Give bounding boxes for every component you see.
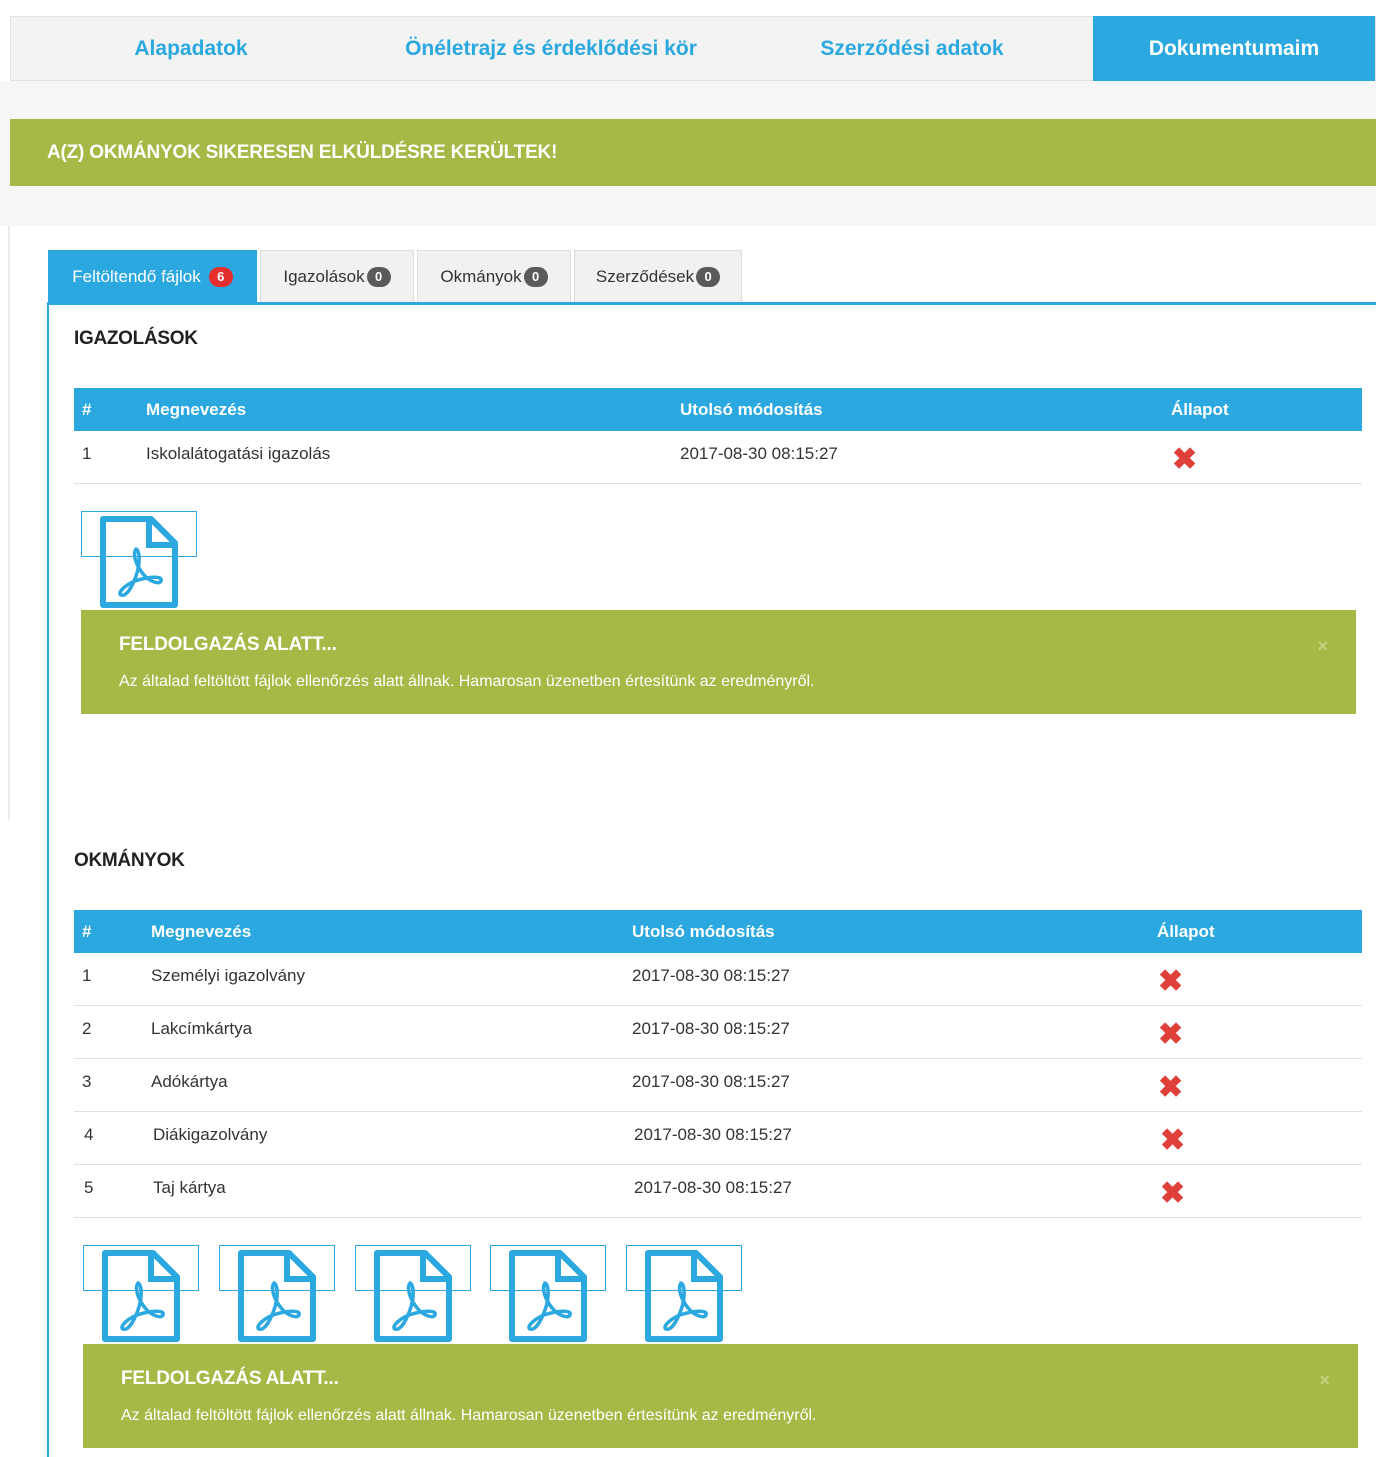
pdf-icon-graphic — [100, 516, 178, 608]
pdf-icon-graphic — [509, 1250, 587, 1342]
tab-label: Okmányok — [440, 266, 522, 286]
pdf-icon-graphic — [238, 1250, 316, 1342]
table-row: 3 Adókártya 2017-08-30 08:15:27 ✖ — [74, 1059, 1362, 1112]
tab-label: Feltöltendő fájlok — [72, 266, 201, 286]
row-num: 5 — [84, 1177, 94, 1197]
nav-oneletrajz[interactable]: Önéletrajz és érdeklődési kör — [371, 17, 731, 80]
nav-szerzodesi-adatok[interactable]: Szerződési adatok — [731, 17, 1093, 80]
left-divider — [8, 226, 10, 820]
table-row: 2 Lakcímkártya 2017-08-30 08:15:27 ✖ — [74, 1006, 1362, 1059]
tab-szerzodesek[interactable]: Szerződések 0 — [574, 250, 742, 302]
x-mark-icon: ✖ — [1160, 1176, 1186, 1210]
col-name: Megnevezés — [146, 399, 247, 419]
count-badge: 0 — [696, 266, 721, 287]
row-num: 4 — [84, 1124, 94, 1144]
pdf-file-icon[interactable] — [626, 1245, 742, 1342]
section-title-okmanyok: OKMÁNYOK — [74, 850, 185, 871]
row-name: Adókártya — [151, 1071, 228, 1091]
tab-feltoltendo-fajlok[interactable]: Feltöltendő fájlok 6 — [48, 250, 257, 302]
table-row: 4 Diákigazolvány 2017-08-30 08:15:27 ✖ — [74, 1112, 1362, 1165]
col-modified: Utolsó módosítás — [632, 921, 775, 941]
igazolasok-table: # Megnevezés Utolsó módosítás Állapot 1 … — [74, 388, 1362, 484]
count-badge: 0 — [366, 266, 391, 287]
row-modified: 2017-08-30 08:15:27 — [632, 1018, 790, 1038]
col-num: # — [82, 399, 92, 419]
col-modified: Utolsó módosítás — [680, 399, 823, 419]
pdf-file-icon[interactable] — [83, 1245, 199, 1342]
alert-message: Az általad feltöltött fájlok ellenőrzés … — [121, 1407, 817, 1424]
tab-panel-left-border — [47, 302, 49, 1457]
col-num: # — [82, 921, 92, 941]
pdf-file-icon[interactable] — [490, 1245, 606, 1342]
table-header: # Megnevezés Utolsó módosítás Állapot — [74, 388, 1362, 431]
alert-title: FELDOLGAZÁS ALATT... — [121, 1368, 339, 1389]
pdf-icon-graphic — [374, 1250, 452, 1342]
close-icon[interactable]: × — [1317, 636, 1328, 657]
row-name: Iskolalátogatási igazolás — [146, 443, 331, 463]
col-status: Állapot — [1157, 921, 1215, 941]
table-row: 1 Személyi igazolvány 2017-08-30 08:15:2… — [74, 953, 1362, 1006]
section-title-igazolasok: IGAZOLÁSOK — [74, 328, 198, 349]
pdf-file-icon[interactable] — [219, 1245, 335, 1342]
table-row: 1 Iskolalátogatási igazolás 2017-08-30 0… — [74, 431, 1362, 484]
row-num: 1 — [82, 965, 92, 985]
pdf-icon-graphic — [645, 1250, 723, 1342]
tab-label: Szerződések — [595, 266, 695, 286]
row-modified: 2017-08-30 08:15:27 — [632, 965, 790, 985]
row-name: Lakcímkártya — [151, 1018, 253, 1038]
row-modified: 2017-08-30 08:15:27 — [634, 1124, 792, 1144]
okmanyok-table: # Megnevezés Utolsó módosítás Állapot 1 … — [74, 910, 1362, 1218]
tab-igazolasok[interactable]: Igazolások 0 — [260, 250, 414, 302]
alert-title: FELDOLGAZÁS ALATT... — [119, 634, 337, 655]
row-num: 3 — [82, 1071, 92, 1091]
pdf-icon-graphic — [102, 1250, 180, 1342]
tab-label: Igazolások — [283, 266, 365, 286]
processing-alert: FELDOLGAZÁS ALATT... Az általad feltöltö… — [83, 1344, 1358, 1448]
tab-panel-border — [48, 302, 1376, 305]
success-banner-text: A(Z) OKMÁNYOK SIKERESEN ELKÜLDÉSRE KERÜL… — [47, 141, 558, 163]
nav-dokumentumaim[interactable]: Dokumentumaim — [1093, 16, 1375, 81]
row-modified: 2017-08-30 08:15:27 — [632, 1071, 790, 1091]
close-icon[interactable]: × — [1319, 1370, 1330, 1391]
table-header: # Megnevezés Utolsó módosítás Állapot — [74, 910, 1362, 953]
document-tabs: Feltöltendő fájlok 6 Igazolások 0 Okmány… — [48, 250, 745, 302]
row-name: Diákigazolvány — [153, 1124, 268, 1144]
pdf-file-icon[interactable] — [355, 1245, 471, 1342]
pdf-file-icon[interactable] — [81, 511, 197, 608]
col-name: Megnevezés — [151, 921, 252, 941]
row-num: 1 — [82, 443, 92, 463]
row-num: 2 — [82, 1018, 92, 1038]
nav-alapadatok[interactable]: Alapadatok — [11, 17, 371, 80]
x-mark-icon: ✖ — [1158, 1017, 1184, 1051]
count-badge: 6 — [208, 266, 233, 287]
processing-alert: FELDOLGAZÁS ALATT... Az általad feltöltö… — [81, 610, 1356, 714]
col-status: Állapot — [1171, 399, 1229, 419]
x-mark-icon: ✖ — [1172, 442, 1198, 476]
row-modified: 2017-08-30 08:15:27 — [680, 443, 838, 463]
row-name: Személyi igazolvány — [151, 965, 306, 985]
count-badge: 0 — [523, 266, 548, 287]
row-name: Taj kártya — [153, 1177, 226, 1197]
row-modified: 2017-08-30 08:15:27 — [634, 1177, 792, 1197]
alert-message: Az általad feltöltött fájlok ellenőrzés … — [119, 673, 815, 690]
main-nav: Alapadatok Önéletrajz és érdeklődési kör… — [10, 16, 1376, 81]
x-mark-icon: ✖ — [1158, 964, 1184, 998]
x-mark-icon: ✖ — [1158, 1070, 1184, 1104]
table-row: 5 Taj kártya 2017-08-30 08:15:27 ✖ — [74, 1165, 1362, 1218]
x-mark-icon: ✖ — [1160, 1123, 1186, 1157]
tab-okmanyok[interactable]: Okmányok 0 — [417, 250, 571, 302]
success-banner: A(Z) OKMÁNYOK SIKERESEN ELKÜLDÉSRE KERÜL… — [10, 119, 1376, 186]
